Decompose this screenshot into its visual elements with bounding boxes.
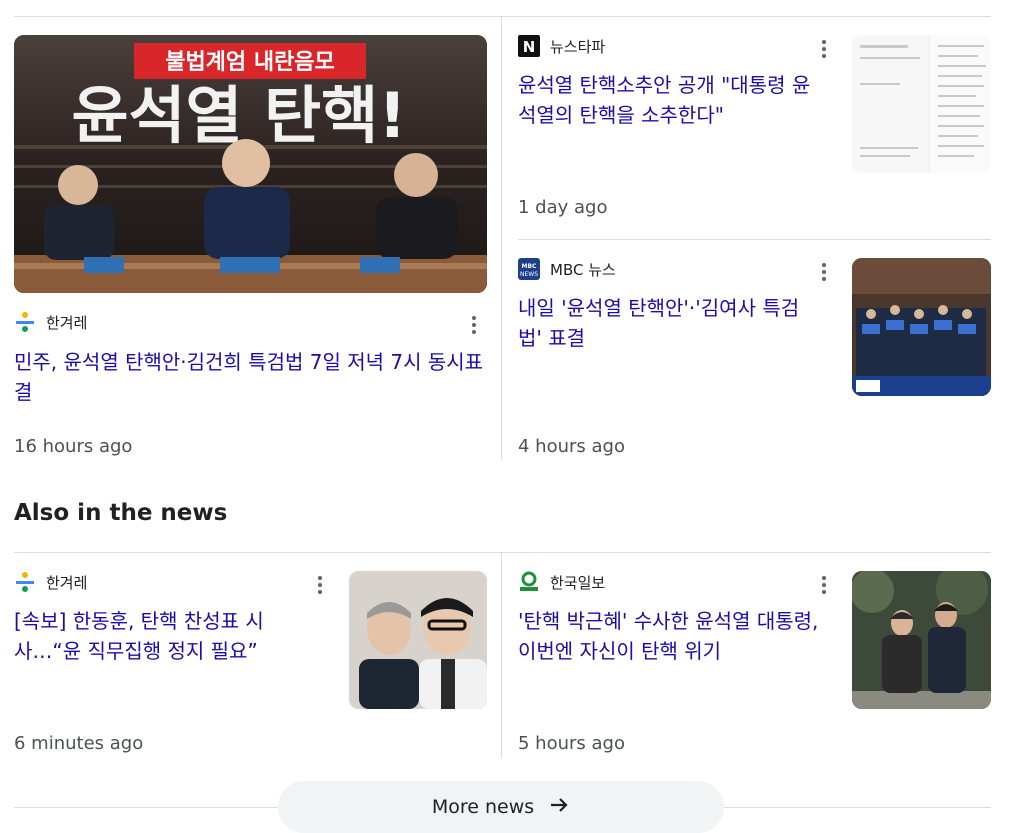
story-time: 5 hours ago (518, 733, 625, 754)
source-row: 한겨레 (14, 571, 87, 593)
hankookilbo-logo-icon (518, 571, 540, 593)
more-news-button[interactable]: More news (278, 781, 724, 833)
news-card-hankookilbo[interactable]: 한국일보 '탄핵 박근혜' 수사한 윤석열 대통령, 이번엔 자신이 탄핵 위기… (518, 571, 991, 761)
story-time: 4 hours ago (518, 436, 625, 457)
story-time: 16 hours ago (14, 436, 133, 457)
source-name: 한국일보 (550, 573, 606, 592)
arrow-right-icon (548, 794, 570, 821)
more-options-icon[interactable] (814, 573, 834, 597)
source-name: 한겨레 (46, 573, 88, 592)
story-title-link[interactable]: 내일 '윤석열 탄핵안'·'김여사 특검법' 표결 (518, 293, 823, 353)
top-divider (14, 16, 991, 17)
svg-text:NEWS: NEWS (520, 271, 538, 278)
more-options-icon[interactable] (464, 313, 484, 337)
story-time: 1 day ago (518, 197, 608, 218)
source-row: 한겨레 (14, 311, 87, 333)
column-divider-bottom (501, 553, 502, 758)
image-banner-text: 불법계엄 내란음모 (165, 50, 335, 75)
story-title-link[interactable]: 민주, 윤석열 탄핵안·김건희 특검법 7일 저녁 7시 동시표결 (14, 347, 486, 407)
story-image-politicians[interactable] (349, 571, 487, 709)
more-options-icon[interactable] (310, 573, 330, 597)
news-card-hankyoreh-breaking[interactable]: 한겨레 [속보] 한동훈, 탄핵 찬성표 시사…“윤 직무집행 정지 필요” 6… (14, 571, 487, 761)
story-image-assembly-protest[interactable] (852, 258, 991, 396)
section-heading: Also in the news (14, 500, 228, 526)
hankyoreh-logo-icon (14, 571, 36, 593)
mbc-news-logo-icon: MBC NEWS (518, 258, 540, 280)
news-card-newstapa[interactable]: N 뉴스타파 윤석열 탄핵소추안 공개 "대통령 윤석열의 탄핵을 소추한다" … (518, 35, 991, 225)
card-divider (518, 239, 991, 240)
story-title-link[interactable]: 윤석열 탄핵소추안 공개 "대통령 윤석열의 탄핵을 소추한다" (518, 70, 823, 130)
story-title-link[interactable]: [속보] 한동훈, 탄핵 찬성표 시사…“윤 직무집행 정지 필요” (14, 606, 319, 666)
source-row: MBC NEWS MBC 뉴스 (518, 258, 616, 280)
story-image-two-officials[interactable] (852, 571, 991, 709)
news-card-hankyoreh-main[interactable]: 불법계엄 내란음모 윤석열 탄핵! 한겨레 민주, 윤석열 탄핵안·김건희 특검… (14, 35, 489, 465)
svg-text:N: N (523, 38, 536, 56)
source-name: 한겨레 (46, 313, 88, 332)
source-row: N 뉴스타파 (518, 35, 605, 57)
story-image-document[interactable] (852, 35, 991, 173)
more-news-label: More news (431, 796, 535, 818)
source-row: 한국일보 (518, 571, 605, 593)
more-options-icon[interactable] (814, 37, 834, 61)
newstapa-logo-icon: N (518, 35, 540, 57)
column-divider-top (501, 17, 502, 460)
hankyoreh-logo-icon (14, 311, 36, 333)
svg-text:MBC: MBC (522, 263, 538, 270)
story-title-link[interactable]: '탄핵 박근혜' 수사한 윤석열 대통령, 이번엔 자신이 탄핵 위기 (518, 606, 823, 666)
source-name: 뉴스타파 (550, 37, 606, 56)
story-time: 6 minutes ago (14, 733, 144, 754)
more-options-icon[interactable] (814, 260, 834, 284)
source-name: MBC 뉴스 (550, 260, 616, 279)
section-divider (14, 552, 991, 553)
story-image-impeachment-rally[interactable]: 불법계엄 내란음모 윤석열 탄핵! (14, 35, 487, 293)
news-card-mbc[interactable]: MBC NEWS MBC 뉴스 내일 '윤석열 탄핵안'·'김여사 특검법' 표결… (518, 258, 991, 463)
